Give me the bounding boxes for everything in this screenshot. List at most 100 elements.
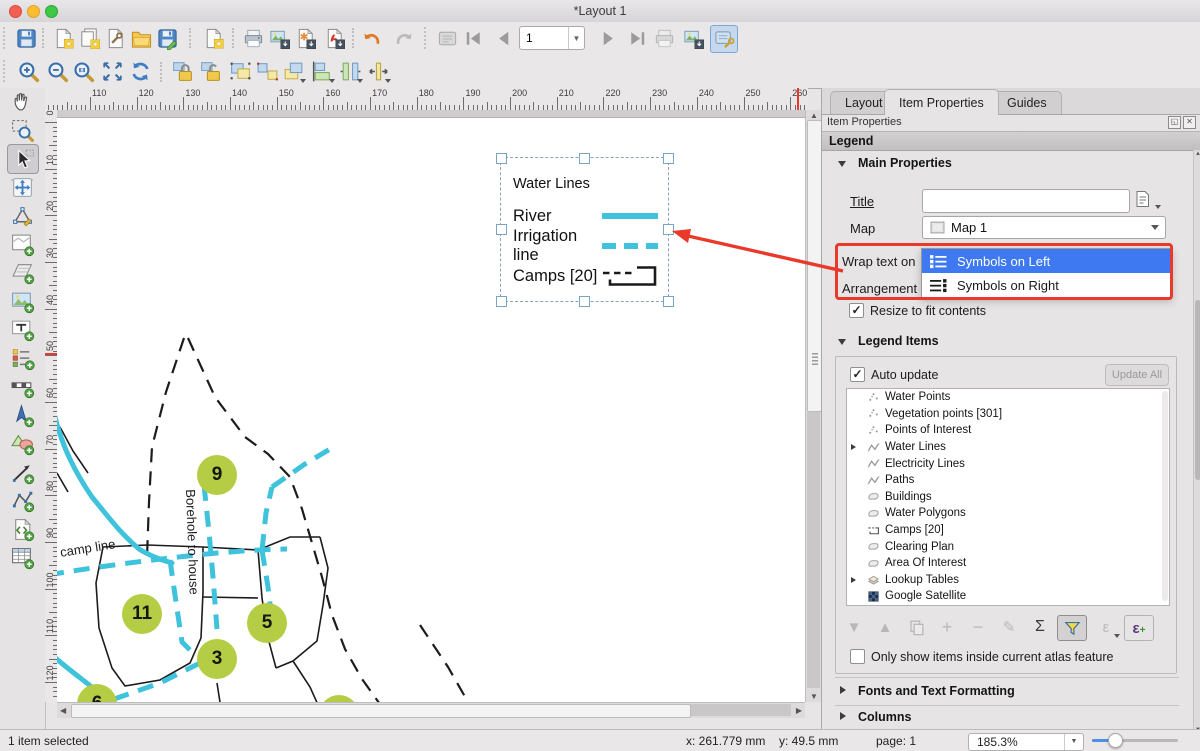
add-node-item-button[interactable] [7,486,37,514]
layout-manager-button[interactable] [102,25,128,51]
update-all-button[interactable]: Update All [1105,364,1169,386]
atlas-page-input[interactable] [520,27,568,49]
save-as-template-button[interactable] [154,25,180,51]
undo-button[interactable] [358,25,384,51]
expand-arrow-icon[interactable] [851,444,856,450]
selection-handle[interactable] [579,153,590,164]
legend-list-item[interactable]: Points of Interest [847,422,1169,439]
add-north-arrow-button[interactable] [7,401,37,429]
vertical-scroll-thumb[interactable] [807,120,822,412]
toolbar-grip[interactable] [424,27,428,49]
legend-list-item[interactable]: Lookup Tables [847,572,1169,589]
legend-list-item[interactable]: Water Lines [847,439,1169,456]
zoom-in-button[interactable] [15,58,41,84]
new-layout-button[interactable] [50,25,76,51]
duplicate-layout-button[interactable] [76,25,102,51]
selection-handle[interactable] [496,153,507,164]
remove-item-button[interactable]: − [964,615,992,639]
atlas-page-combo[interactable]: ▼ [519,26,585,50]
horizontal-scroll-thumb[interactable] [71,704,691,718]
selection-handle[interactable] [496,224,507,235]
collapse-arrow-icon[interactable] [838,161,846,167]
scroll-left-arrow[interactable]: ◀ [60,706,66,715]
print-layout-button[interactable] [240,25,266,51]
last-feature-button[interactable] [624,25,650,51]
add-label-button[interactable] [7,315,37,343]
add-3d-map-button[interactable] [7,258,37,286]
option-symbols-on-right[interactable]: Symbols on Right [922,273,1171,297]
layout-canvas[interactable]: camp lineBorehole to house 91153610 Wate… [57,110,805,702]
expand-arrow-icon[interactable] [840,712,846,720]
add-item-button[interactable]: + [933,615,961,639]
legend-list-item[interactable]: Water Points [847,389,1169,406]
expand-arrow-icon[interactable] [851,577,856,583]
expand-arrow-icon[interactable] [840,686,846,694]
legend-list-item[interactable]: Paths [847,472,1169,489]
selection-handle[interactable] [663,153,674,164]
scroll-right-arrow[interactable]: ▶ [796,706,802,715]
collapse-arrow-icon[interactable] [838,339,846,345]
map-select-combo[interactable]: Map 1 [922,216,1166,239]
option-symbols-on-left[interactable]: Symbols on Left [922,249,1171,273]
float-panel-button[interactable]: ◱ [1168,116,1181,129]
add-html-button[interactable] [7,515,37,543]
distribute-dropdown-arrow[interactable] [357,79,363,83]
refresh-view-button[interactable] [127,58,153,84]
export-svg-button[interactable] [292,25,318,51]
tab-guides[interactable]: Guides [992,91,1062,114]
edit-nodes-item-button[interactable] [7,201,37,229]
move-item-down-button[interactable]: ▼ [840,615,868,639]
add-legend-button[interactable] [7,344,37,372]
toolbar-grip[interactable] [3,27,7,49]
next-feature-button[interactable] [595,25,621,51]
selection-handle[interactable] [663,224,674,235]
move-item-content-button[interactable] [7,173,37,201]
zoom-out-button[interactable] [44,58,70,84]
move-item-up-button[interactable]: ▲ [871,615,899,639]
distribute-items-button[interactable] [337,58,363,84]
add-picture-button[interactable] [7,287,37,315]
list-scrollbar[interactable] [1162,391,1168,601]
legend-list-item[interactable]: Clearing Plan [847,538,1169,555]
first-feature-button[interactable] [460,25,486,51]
export-pdf-button[interactable] [321,25,347,51]
title-override-button[interactable] [1133,189,1161,211]
atlas-preview-button[interactable] [434,25,460,51]
zoom-actual-button[interactable] [70,58,96,84]
atlas-filter-checkbox[interactable] [850,649,865,664]
filter-by-expression-button[interactable]: ε [1090,615,1122,639]
scroll-up-arrow[interactable]: ▲ [810,111,818,120]
add-pages-button[interactable] [200,25,226,51]
align-items-button[interactable] [309,58,335,84]
open-project-button[interactable] [128,25,154,51]
legend-item-frame[interactable]: Water Lines RiverIrrigation lineCamps [2… [500,157,669,302]
legend-list-item[interactable]: Vegetation points [301] [847,406,1169,423]
legend-list-item[interactable]: Buildings [847,489,1169,506]
selection-handle[interactable] [579,296,590,307]
edit-item-button[interactable]: ✎ [995,615,1023,639]
legend-title-input[interactable] [922,189,1130,213]
lock-items-button[interactable] [169,58,195,84]
align-dropdown-arrow[interactable] [329,79,335,83]
legend-list-item[interactable]: Electricity Lines [847,455,1169,472]
horizontal-scroll-track[interactable] [691,704,791,716]
scroll-down-arrow[interactable]: ▼ [810,692,818,701]
pan-tool-button[interactable] [7,87,37,115]
canvas-horizontal-scrollbar[interactable]: ◀ ▶ [57,702,805,718]
legend-list-item[interactable]: Area Of Interest [847,555,1169,572]
selection-handle[interactable] [496,296,507,307]
panel-scroll-up[interactable]: ▲ [1195,151,1200,157]
ungroup-items-button[interactable] [254,58,280,84]
resize-dropdown-arrow[interactable] [385,79,391,83]
zoom-combo-arrow[interactable]: ▼ [1064,734,1083,750]
resize-checkbox[interactable]: ✓ [849,303,864,318]
panel-scroll-thumb[interactable] [1195,300,1200,480]
save-project-button[interactable] [13,25,39,51]
canvas-vertical-scrollbar[interactable]: ▲ ▼ [805,110,821,702]
add-scalebar-button[interactable] [7,372,37,400]
atlas-page-dropdown-arrow[interactable]: ▼ [568,27,584,49]
legend-list-item[interactable]: Google Satellite [847,588,1169,605]
print-atlas-button[interactable] [651,25,677,51]
export-image-button[interactable] [266,25,292,51]
count-features-button[interactable]: Σ [1026,615,1054,639]
